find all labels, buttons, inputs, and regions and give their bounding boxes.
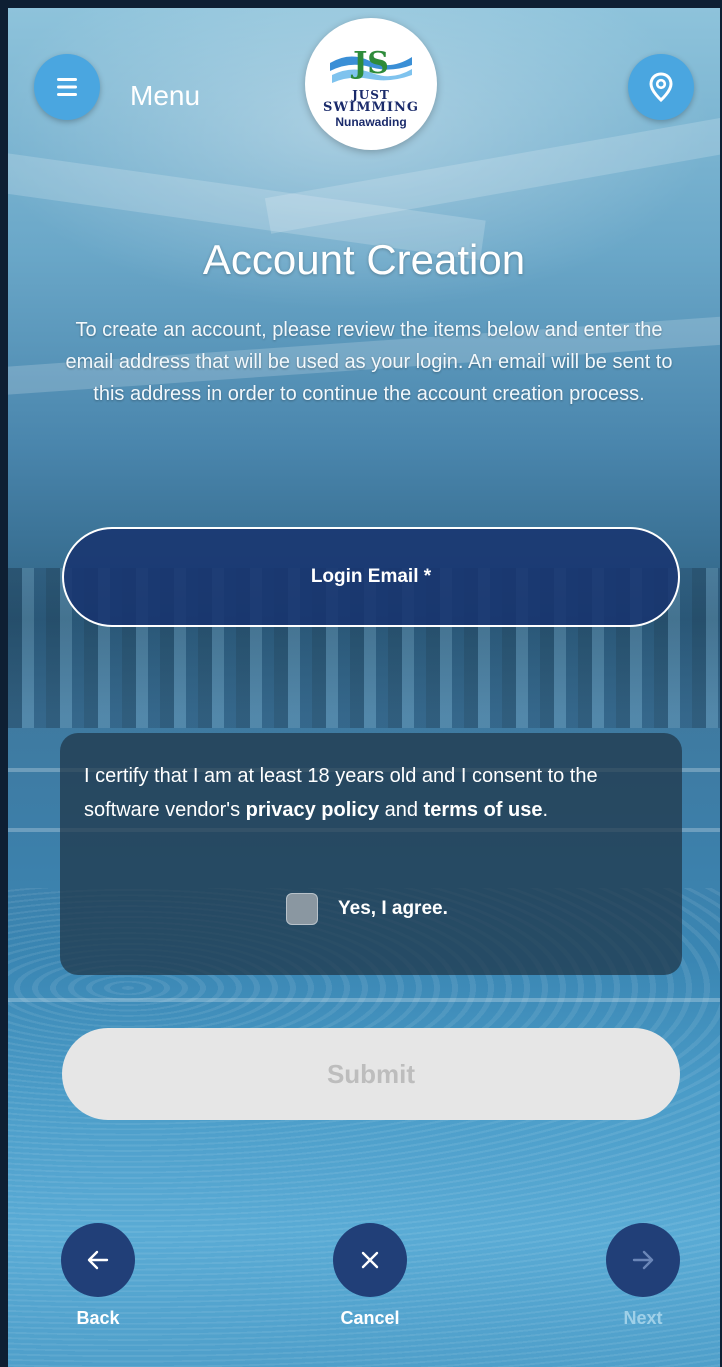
page-description: To create an account, please review the … — [65, 319, 673, 405]
close-icon — [361, 1251, 379, 1269]
agree-checkbox[interactable] — [286, 893, 318, 925]
next-label[interactable]: Next — [583, 1308, 703, 1329]
back-button[interactable] — [61, 1223, 135, 1297]
menu-button[interactable] — [34, 54, 100, 120]
arrow-left-icon — [87, 1250, 109, 1270]
next-button[interactable] — [606, 1223, 680, 1297]
consent-text-and: and — [379, 799, 424, 821]
cancel-button[interactable] — [333, 1223, 407, 1297]
submit-button[interactable]: Submit — [62, 1028, 680, 1120]
logo-text-swimming: SWIMMING — [323, 100, 419, 115]
login-email-placeholder: Login Email * — [310, 566, 432, 587]
terms-of-use-link[interactable]: terms of use — [424, 799, 543, 821]
app-screen: Menu JS JUST SWIMMING Nunawading Account… — [8, 8, 720, 1367]
login-email-field[interactable]: Login Email * — [62, 527, 680, 627]
agree-checkbox-row[interactable]: Yes, I agree. — [286, 893, 448, 925]
club-logo: JS JUST SWIMMING Nunawading — [305, 18, 437, 150]
consent-text: I certify that I am at least 18 years ol… — [84, 759, 664, 827]
logo-text-nunawading: Nunawading — [335, 115, 407, 129]
logo-monogram: JS — [350, 46, 389, 81]
agree-checkbox-label[interactable]: Yes, I agree. — [338, 898, 448, 920]
menu-label[interactable]: Menu — [130, 80, 200, 112]
page-title: Account Creation — [202, 236, 526, 283]
hamburger-icon — [57, 78, 77, 96]
location-button[interactable] — [628, 54, 694, 120]
logo-mark: JS — [330, 46, 412, 83]
cancel-label[interactable]: Cancel — [310, 1308, 430, 1329]
consent-text-period: . — [542, 799, 549, 821]
privacy-policy-link[interactable]: privacy policy — [246, 799, 379, 821]
arrow-right-icon — [632, 1250, 654, 1270]
consent-panel: I certify that I am at least 18 years ol… — [60, 733, 682, 975]
back-label[interactable]: Back — [38, 1308, 158, 1329]
location-pin-icon — [649, 72, 673, 102]
